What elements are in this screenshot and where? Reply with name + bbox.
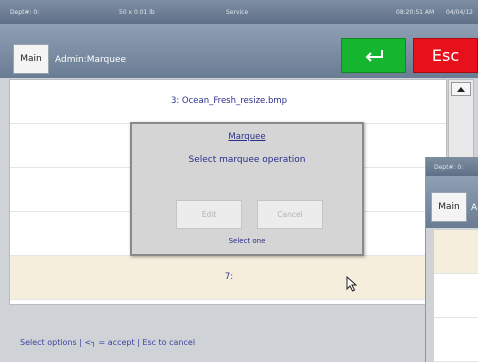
list-item-label: 7:	[224, 272, 234, 282]
escape-button[interactable]: Esc	[413, 38, 478, 73]
mode-label: Service	[226, 9, 249, 16]
dialog-footer: Select one	[228, 237, 266, 245]
header-bar: Main Admin:Marquee Esc	[0, 24, 478, 78]
list-item[interactable]	[434, 274, 478, 318]
main-button[interactable]: Main	[431, 192, 467, 222]
cancel-button[interactable]: Cancel	[257, 200, 323, 229]
second-window-status-bar: Dept#: 0:	[426, 157, 478, 176]
edit-button[interactable]: Edit	[176, 200, 242, 229]
mouse-pointer-icon	[346, 276, 358, 292]
dept-label: Dept#: 0:	[10, 9, 40, 16]
time-label: 08:20:51 AM	[396, 9, 435, 16]
dialog-message: Select marquee operation	[188, 155, 306, 165]
second-window: Dept#: 0: Main A	[425, 157, 478, 362]
page-title: A	[471, 203, 478, 213]
list-item-label: 3: Ocean_Fresh_resize.bmp	[170, 96, 288, 106]
marquee-dialog: Marquee Select marquee operation Edit Ca…	[130, 122, 364, 256]
list-item[interactable]	[434, 230, 478, 274]
scrollbar[interactable]	[448, 79, 474, 169]
scroll-up-button[interactable]	[451, 82, 471, 96]
accept-button[interactable]	[341, 38, 406, 73]
list-item[interactable]: 3: Ocean_Fresh_resize.bmp	[10, 80, 446, 124]
footer-instructions: Select options | <┐ = accept | Esc to ca…	[20, 338, 196, 347]
scale-label: 50 x 0.01 lb	[119, 9, 155, 16]
second-window-list	[434, 230, 478, 362]
list-item[interactable]	[434, 318, 478, 362]
second-window-header: Main A	[426, 176, 478, 228]
page-title: Admin:Marquee	[55, 55, 127, 65]
status-bar: Dept#: 0: 50 x 0.01 lb Service 08:20:51 …	[0, 0, 478, 24]
up-arrow-icon	[457, 86, 465, 92]
dialog-title: Marquee	[228, 132, 266, 142]
list-item-selected[interactable]: 7:	[10, 256, 446, 300]
main-button[interactable]: Main	[13, 44, 49, 74]
date-label: 04/04/12	[446, 9, 473, 16]
dept-label: Dept#: 0:	[434, 164, 464, 171]
enter-return-icon	[365, 49, 383, 62]
